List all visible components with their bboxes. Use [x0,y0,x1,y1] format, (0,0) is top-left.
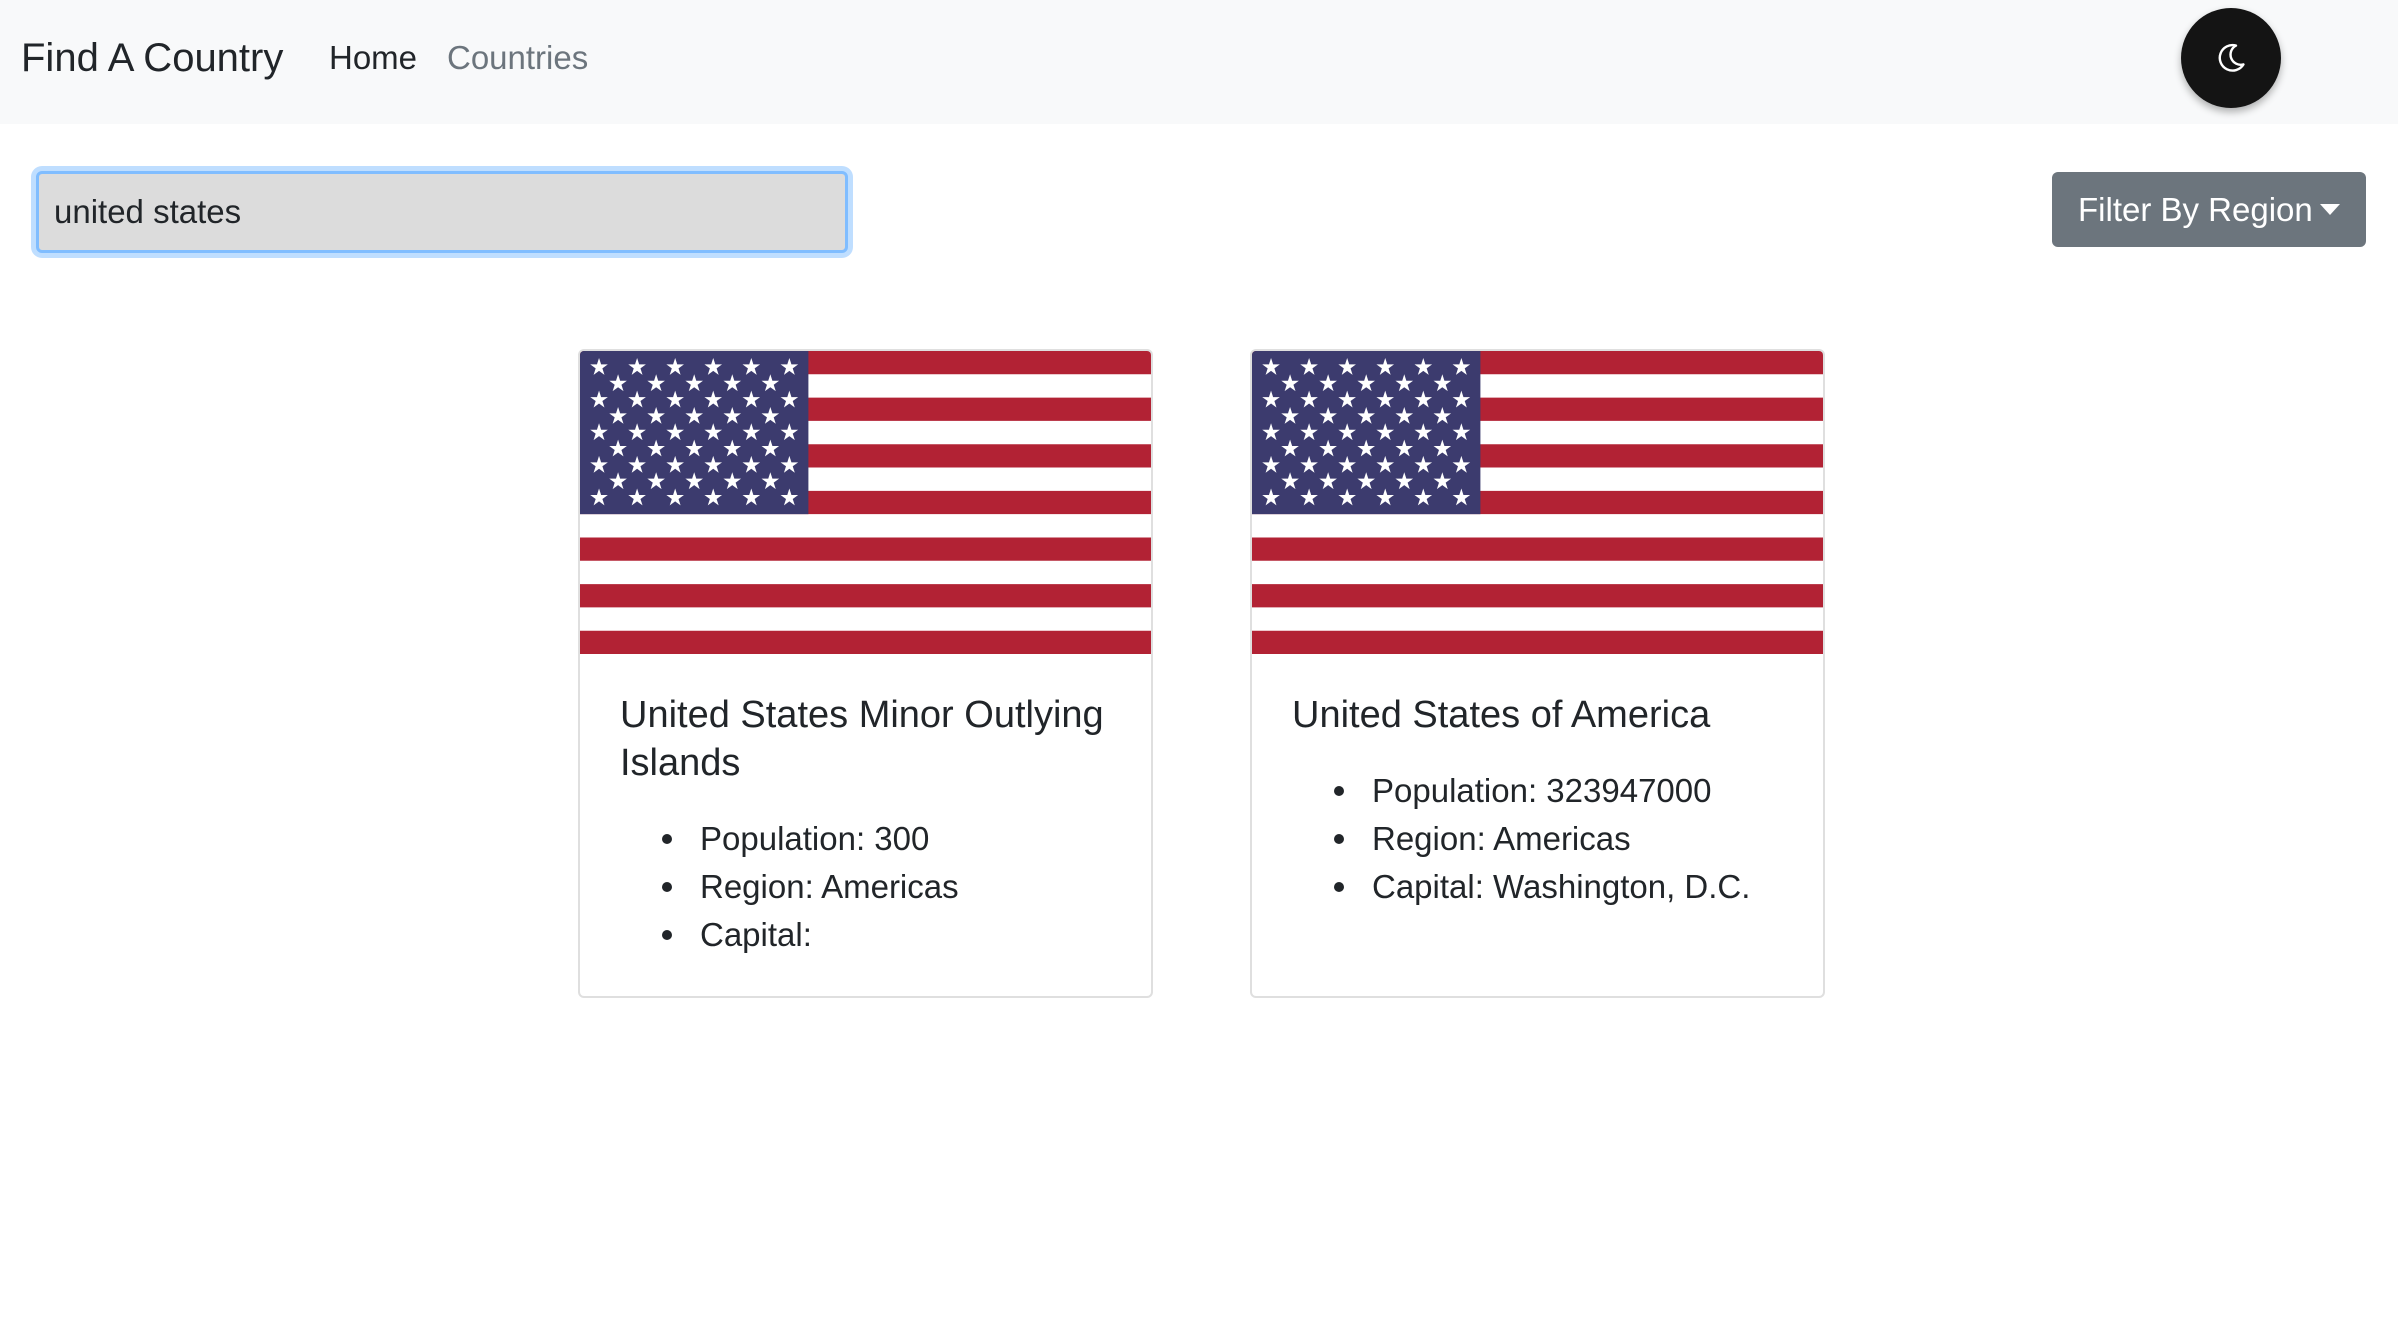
brand-title[interactable]: Find A Country [21,28,283,88]
country-card[interactable]: United States Minor Outlying Islands Pop… [578,349,1153,998]
caret-down-icon [2320,204,2340,215]
capital-item: Capital: Washington, D.C. [1292,863,1750,911]
country-stats-list: Population: 300 Region: Americas Capital… [620,815,959,959]
region-item: Region: Americas [620,863,959,911]
nav-link-countries[interactable]: Countries [447,32,588,84]
country-name: United States Minor Outlying Islands [620,694,1104,784]
theme-toggle-button[interactable] [2181,8,2281,108]
us-flag-image [1252,351,1823,654]
region-item: Region: Americas [1292,815,1750,863]
capital-item: Capital: [620,911,959,959]
navbar: Find A Country Home Countries [0,0,2398,124]
nav-link-home[interactable]: Home [329,32,417,84]
country-card[interactable]: United States of America Population: 323… [1250,349,1825,998]
population-item: Population: 323947000 [1292,767,1750,815]
filter-by-region-button[interactable]: Filter By Region [2052,172,2366,247]
filter-button-label: Filter By Region [2078,191,2313,228]
country-stats-list: Population: 323947000 Region: Americas C… [1292,767,1750,911]
search-input[interactable] [36,171,848,253]
country-name: United States of America [1292,694,1711,736]
moon-icon [2218,43,2245,72]
population-item: Population: 300 [620,815,959,863]
us-flag-image [580,351,1151,654]
